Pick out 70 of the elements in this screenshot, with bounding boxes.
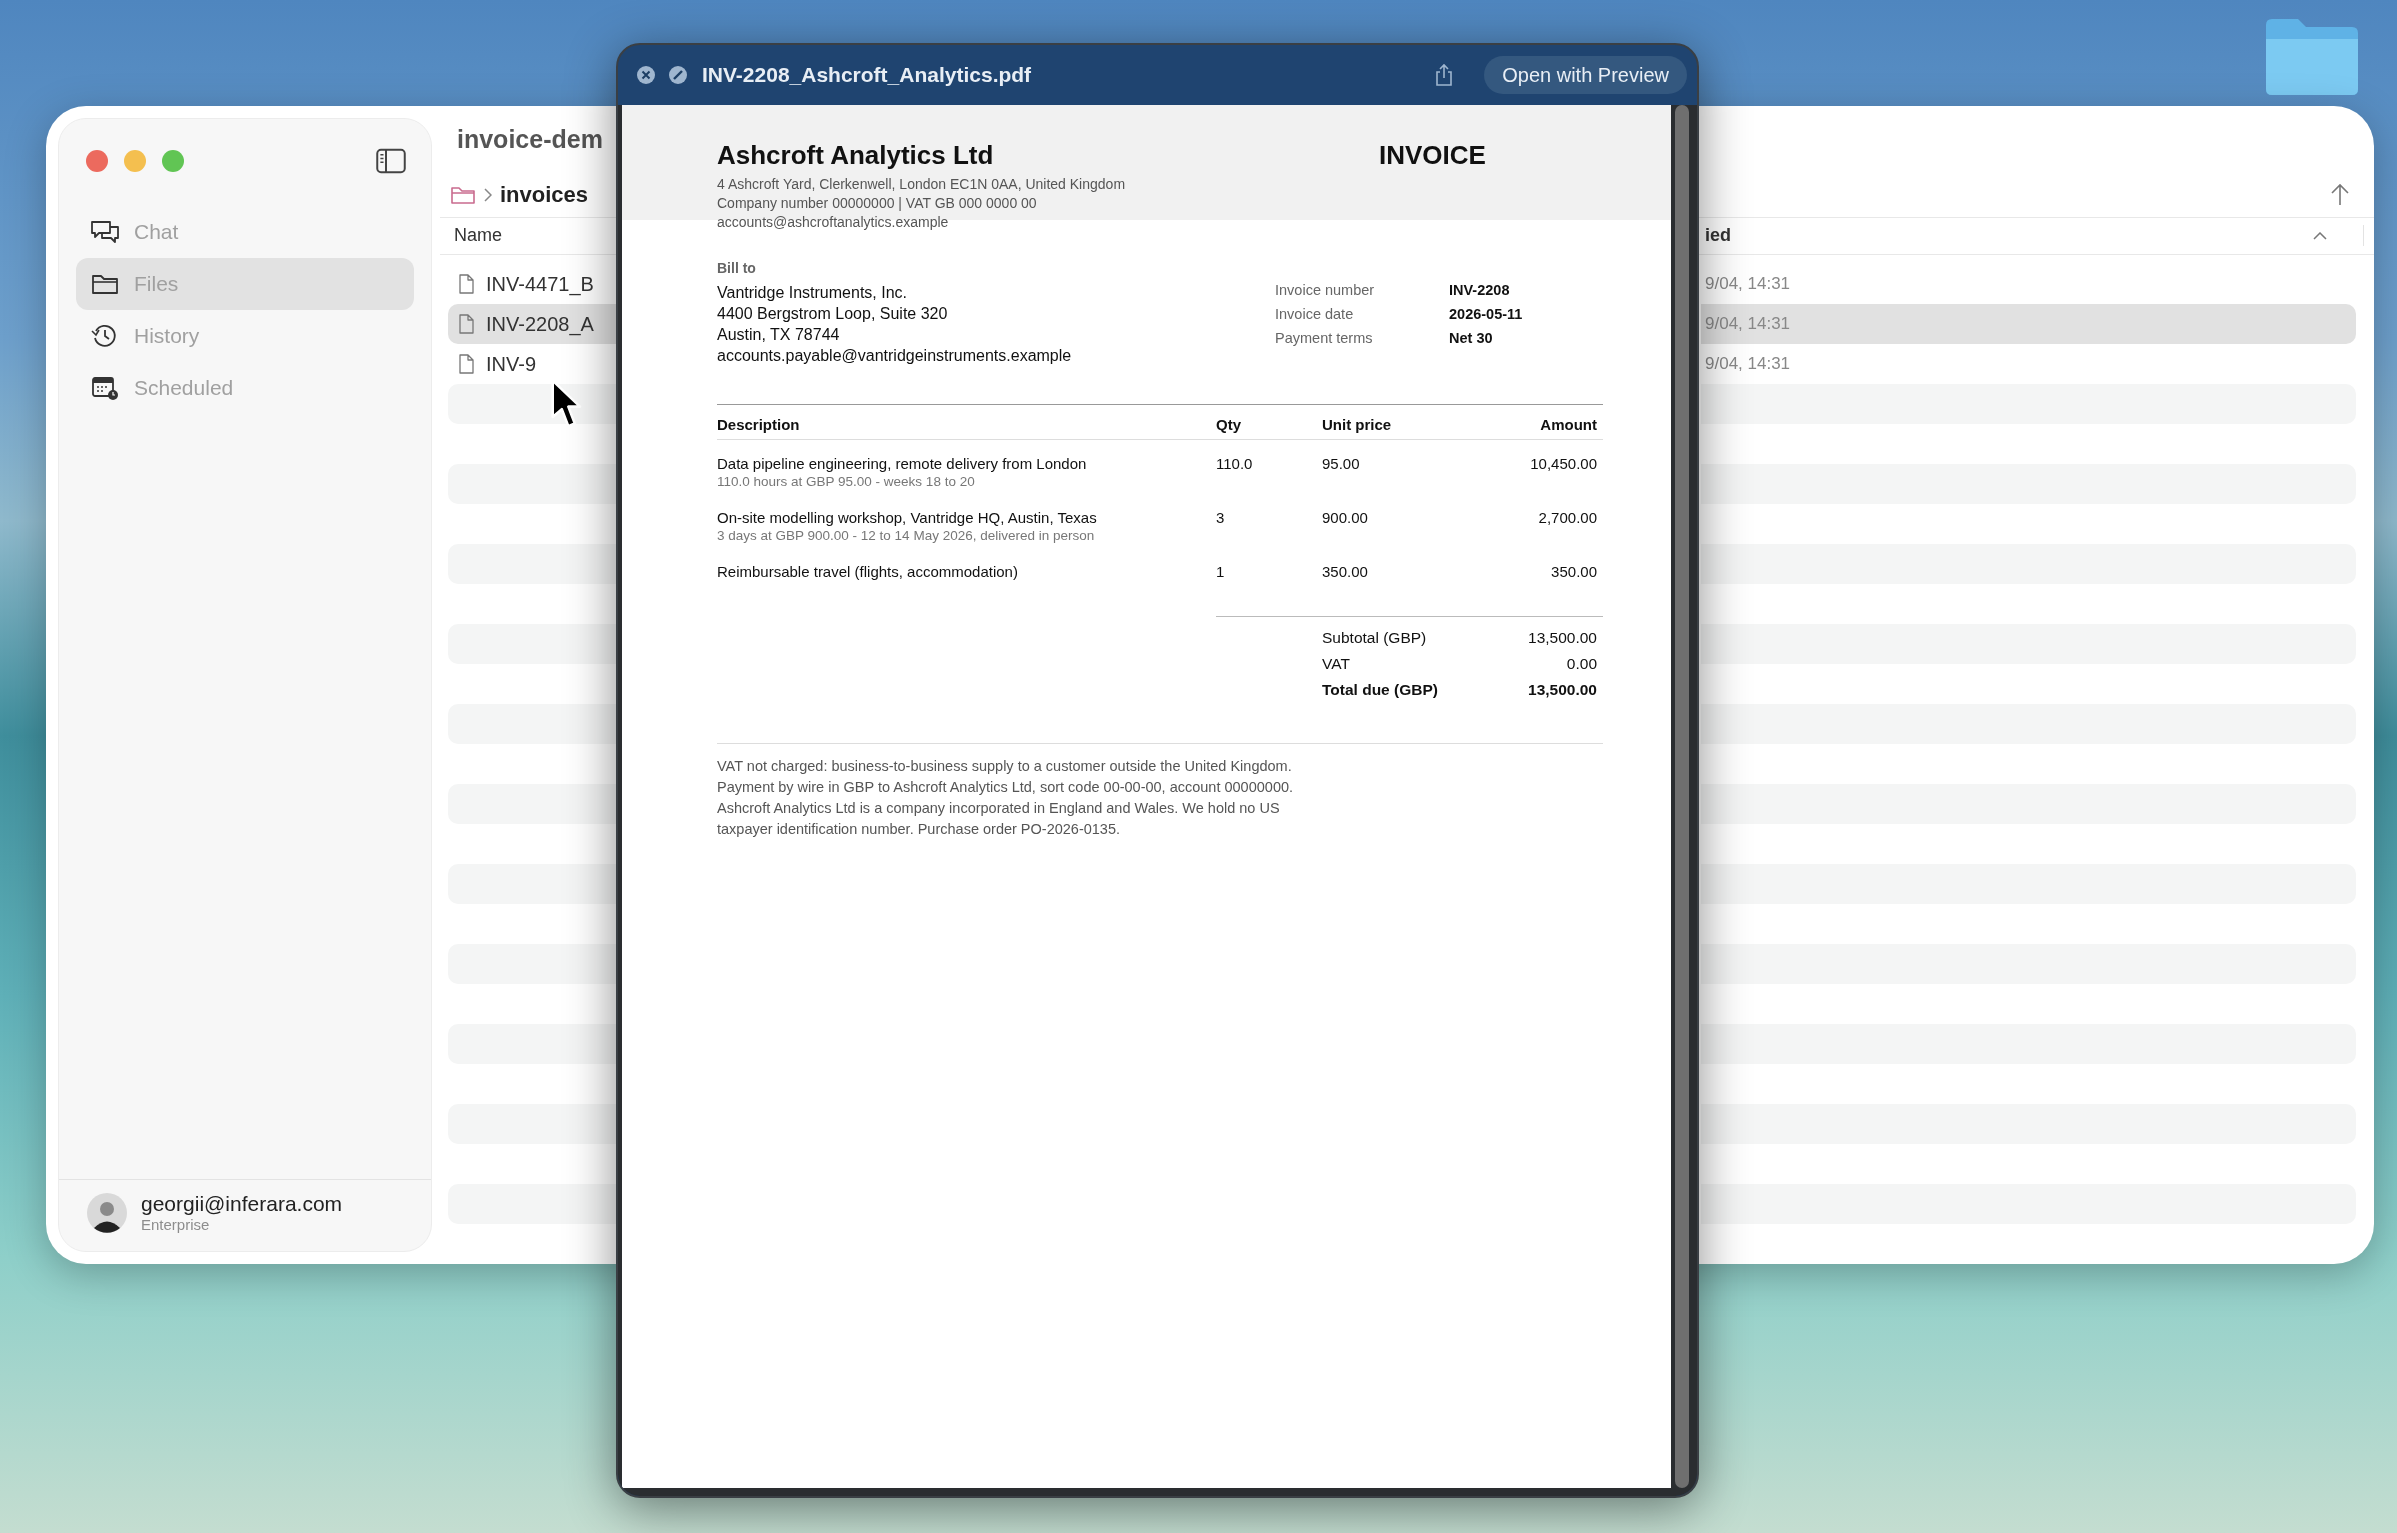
user-email: georgii@inferara.com bbox=[141, 1192, 343, 1216]
total-value: 0.00 bbox=[1565, 655, 1597, 673]
item-description: On-site modelling workshop, Vantridge HQ, Austin, Texas bbox=[717, 508, 1098, 527]
column-header[interactable]: ied bbox=[1705, 225, 1731, 247]
window-title: INV-2208_Ashcroft_Analytics.pdf bbox=[702, 63, 1032, 87]
company-name: Ashcroft Analytics Ltd bbox=[717, 139, 995, 171]
file-row[interactable]: 9/04, 14:31 bbox=[1701, 344, 2356, 384]
document-icon bbox=[458, 314, 474, 334]
file-row[interactable]: INV-2208_A bbox=[448, 304, 616, 344]
table-header: Description bbox=[717, 416, 801, 433]
chevron-up-icon[interactable] bbox=[2313, 231, 2327, 240]
item-description: Data pipeline engineering, remote delivery from London bbox=[717, 454, 1088, 473]
document-icon bbox=[458, 354, 474, 374]
close-window-button[interactable] bbox=[86, 150, 108, 172]
table-cell-text: 1 bbox=[1216, 562, 1226, 582]
bill-to-line: Vantridge Instruments, Inc. bbox=[717, 283, 908, 303]
meta-value: INV-2208 bbox=[1449, 281, 1511, 300]
table-header: Amount bbox=[1539, 416, 1597, 433]
bill-to-line: accounts.payable@vantridgeinstruments.example bbox=[717, 346, 1073, 366]
column-header[interactable]: Name bbox=[440, 225, 616, 247]
table-header: Qty bbox=[1216, 416, 1242, 433]
table-header: Unit price bbox=[1322, 416, 1393, 433]
meta-value: 2026-05-11 bbox=[1449, 305, 1524, 324]
markup-pen-icon[interactable] bbox=[668, 65, 688, 85]
table-cell-text: 3 bbox=[1216, 508, 1226, 528]
total-value: 13,500.00 bbox=[1527, 629, 1597, 647]
meta-label: Invoice number bbox=[1275, 281, 1376, 300]
company-detail: accounts@ashcroftanalytics.example bbox=[717, 213, 950, 232]
file-row[interactable]: 9/04, 14:31 bbox=[1701, 264, 2356, 304]
item-detail: 110.0 hours at GBP 95.00 - weeks 18 to 20 bbox=[717, 473, 976, 491]
table-cell-text: 95.00 bbox=[1322, 454, 1361, 474]
chevron-right-icon bbox=[484, 187, 492, 202]
bill-to-line: 4400 Bergstrom Loop, Suite 320 bbox=[717, 304, 949, 324]
sidebar-toggle-icon[interactable] bbox=[376, 148, 406, 174]
chat-bubbles-icon bbox=[90, 219, 120, 245]
total-label: Total due (GBP) bbox=[1322, 681, 1439, 699]
scrollbar[interactable] bbox=[1675, 105, 1689, 1488]
total-label: Subtotal (GBP) bbox=[1322, 629, 1428, 647]
user-plan: Enterprise bbox=[141, 1216, 211, 1233]
table-cell-text: 350.00 bbox=[1550, 562, 1597, 582]
company-detail: Company number 00000000 | VAT GB 000 0000 00 bbox=[717, 194, 1038, 213]
window-title: invoice-dem bbox=[456, 124, 604, 154]
table-cell-text: 900.00 bbox=[1322, 508, 1369, 528]
document-icon bbox=[458, 274, 474, 294]
item-description: Reimbursable travel (flights, accommodation) bbox=[717, 562, 1019, 581]
close-icon[interactable] bbox=[636, 65, 656, 85]
avatar-silhouette-icon[interactable] bbox=[87, 1192, 127, 1233]
total-label: VAT bbox=[1322, 655, 1351, 673]
bill-to-line: Austin, TX 78744 bbox=[717, 325, 841, 345]
invoice-heading: INVOICE bbox=[1379, 139, 1487, 172]
table-cell-text: 110.0 bbox=[1216, 454, 1254, 474]
meta-label: Invoice date bbox=[1275, 305, 1355, 324]
up-arrow-icon[interactable] bbox=[2330, 182, 2350, 207]
share-icon[interactable] bbox=[1434, 63, 1455, 87]
file-row[interactable]: INV-4471_B bbox=[448, 264, 616, 304]
folder-icon[interactable] bbox=[450, 184, 476, 205]
table-cell-text: 10,450.00 bbox=[1529, 454, 1597, 474]
meta-value: Net 30 bbox=[1449, 329, 1494, 348]
calendar-clock-icon bbox=[90, 375, 120, 401]
total-value: 13,500.00 bbox=[1527, 681, 1597, 699]
company-detail: 4 Ashcroft Yard, Clerkenwell, London EC1N 0AA, United Kingdom bbox=[717, 175, 1126, 194]
file-row[interactable]: INV-9 bbox=[448, 344, 616, 384]
table-cell-text: 2,700.00 bbox=[1537, 508, 1597, 528]
table-cell-text: 350.00 bbox=[1322, 562, 1369, 582]
open-with-preview-button[interactable]: Open with Preview bbox=[1484, 56, 1687, 94]
item-detail: 3 days at GBP 900.00 - 12 to 14 May 2026, delivered in person bbox=[717, 527, 1096, 545]
payment-notes: VAT not charged: business-to-business supply to a customer outside the United Kingdom. Payment by wire in GBP to Ashcroft Analytics Ltd, sort code 00-00-00, account 00000000. Ashcroft Analytics Ltd is a company incorporated in England and Wales. We hold no US taxpayer identification number. Purchase order PO-2026-0135. bbox=[717, 743, 1603, 840]
breadcrumb-folder[interactable]: invoices bbox=[500, 181, 589, 208]
meta-label: Payment terms bbox=[1275, 329, 1374, 348]
bill-to-label: Bill to bbox=[717, 260, 757, 276]
